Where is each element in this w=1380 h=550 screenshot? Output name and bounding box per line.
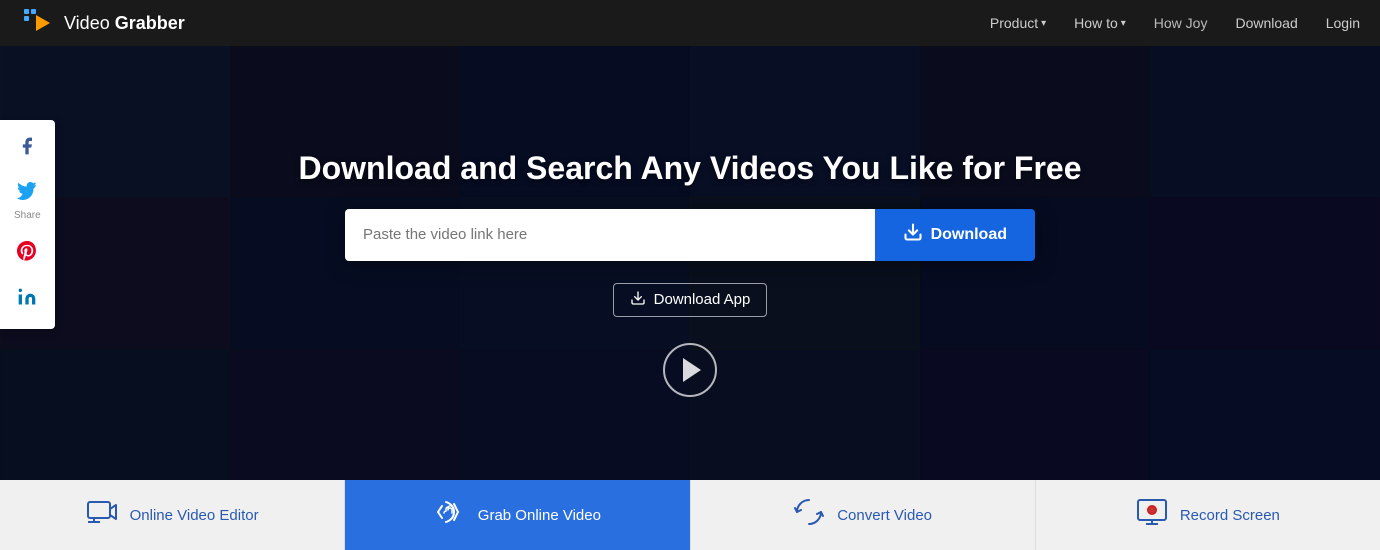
linkedin-share-button[interactable] (0, 277, 55, 323)
social-sidebar: Share (0, 120, 55, 329)
nav-download[interactable]: Download (1235, 15, 1297, 31)
hero-content: Download and Search Any Videos You Like … (0, 46, 1380, 500)
twitter-icon (17, 182, 37, 208)
search-bar: Download (345, 209, 1035, 261)
tab-online-video-editor[interactable]: Online Video Editor (0, 480, 345, 550)
logo-text: Video Grabber (64, 13, 185, 34)
twitter-share-button[interactable]: Share (0, 172, 55, 231)
convert-video-icon (793, 496, 825, 535)
logo-area: Video Grabber (20, 5, 990, 41)
linkedin-icon (17, 287, 37, 313)
download-app-link[interactable]: Download App (613, 283, 768, 317)
record-screen-icon (1136, 496, 1168, 535)
facebook-icon (17, 136, 37, 162)
tab-record-screen-label: Record Screen (1180, 507, 1280, 524)
pinterest-icon (17, 241, 37, 267)
tab-record-screen[interactable]: Record Screen (1036, 480, 1380, 550)
tab-convert-video[interactable]: Convert Video (691, 480, 1036, 550)
hero-section: Download and Search Any Videos You Like … (0, 46, 1380, 500)
bottom-tabs: Online Video Editor Grab Online Video Co… (0, 480, 1380, 550)
video-url-input[interactable] (345, 209, 875, 261)
nav-howjoy[interactable]: How Joy (1154, 15, 1208, 31)
download-app-icon (630, 290, 646, 310)
pinterest-share-button[interactable] (0, 231, 55, 277)
nav-product[interactable]: Product ▾ (990, 15, 1046, 31)
download-button-label: Download (931, 226, 1007, 244)
play-button[interactable] (663, 343, 717, 397)
nav-login[interactable]: Login (1326, 15, 1360, 31)
chevron-down-icon: ▾ (1121, 18, 1126, 29)
chevron-down-icon: ▾ (1041, 18, 1046, 29)
nav-howto[interactable]: How to ▾ (1074, 15, 1126, 31)
share-label: Share (14, 210, 41, 221)
download-button[interactable]: Download (875, 209, 1035, 261)
navbar: Video Grabber Product ▾ How to ▾ How Joy… (0, 0, 1380, 46)
download-icon (903, 222, 923, 247)
tab-grab-online-video-label: Grab Online Video (478, 507, 601, 524)
download-app-label: Download App (654, 291, 751, 308)
play-icon (683, 358, 701, 382)
tab-online-video-editor-label: Online Video Editor (130, 507, 259, 524)
tab-convert-video-label: Convert Video (837, 507, 932, 524)
tab-grab-online-video[interactable]: Grab Online Video (345, 480, 690, 550)
nav-links: Product ▾ How to ▾ How Joy Download Logi… (990, 15, 1360, 31)
video-editor-icon (86, 496, 118, 535)
grab-video-icon (434, 496, 466, 535)
logo-icon (20, 5, 56, 41)
facebook-share-button[interactable] (0, 126, 55, 172)
hero-title: Download and Search Any Videos You Like … (299, 150, 1082, 187)
